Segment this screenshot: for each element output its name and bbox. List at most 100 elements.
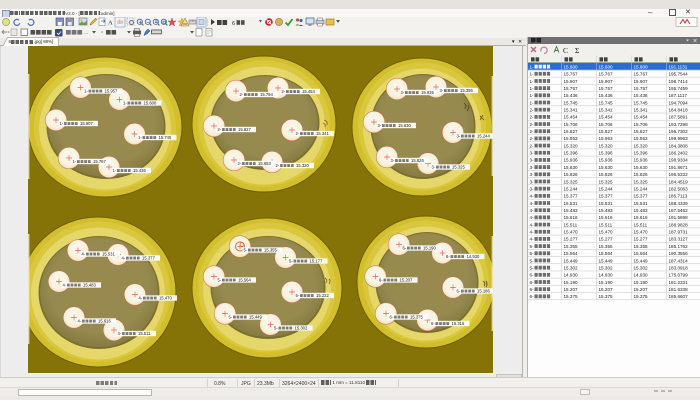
svg-text:3-: 3- xyxy=(530,151,535,156)
svg-text:15.745: 15.745 xyxy=(564,100,578,105)
svg-text:15.325: 15.325 xyxy=(599,179,613,184)
svg-text:2-: 2- xyxy=(218,127,222,132)
svg-text:4-: 4- xyxy=(63,283,67,288)
svg-text:3-: 3- xyxy=(530,179,535,184)
svg-text:15.396: 15.396 xyxy=(460,88,473,93)
svg-text:6: 6 xyxy=(232,21,235,27)
svg-text:6-: 6- xyxy=(530,280,535,285)
svg-text:185.6607: 185.6607 xyxy=(669,294,689,299)
svg-text:15.449: 15.449 xyxy=(249,315,262,320)
svg-text:1-: 1- xyxy=(123,101,127,106)
svg-text:5-: 5- xyxy=(244,248,248,253)
svg-text:175.0799: 175.0799 xyxy=(669,273,689,278)
svg-text:181.2331: 181.2331 xyxy=(669,280,689,285)
svg-text:15.244: 15.244 xyxy=(564,186,578,191)
svg-text:5-: 5- xyxy=(530,258,535,263)
svg-text:3-: 3- xyxy=(457,134,461,139)
svg-text:15.564: 15.564 xyxy=(238,278,251,283)
svg-text:4-: 4- xyxy=(530,237,535,242)
svg-text:184.3808: 184.3808 xyxy=(669,143,689,148)
svg-text:15.470: 15.470 xyxy=(159,296,172,301)
svg-text:15.745: 15.745 xyxy=(634,100,648,105)
svg-text:15.449: 15.449 xyxy=(599,258,613,263)
svg-text:5-: 5- xyxy=(530,251,535,256)
svg-text:15.470: 15.470 xyxy=(564,230,578,235)
svg-text:6-: 6- xyxy=(446,254,450,259)
svg-text:182.5063: 182.5063 xyxy=(669,186,689,191)
svg-text:15.511: 15.511 xyxy=(564,222,578,227)
svg-text:15.302: 15.302 xyxy=(564,265,578,270)
svg-text:15.511: 15.511 xyxy=(138,331,151,336)
svg-text:15.600: 15.600 xyxy=(144,101,157,106)
svg-text:15.449: 15.449 xyxy=(564,258,578,263)
svg-text:15.207: 15.207 xyxy=(564,287,578,292)
svg-text:15.907: 15.907 xyxy=(634,79,648,84)
svg-text:15.436: 15.436 xyxy=(634,93,648,98)
svg-text:198.7414: 198.7414 xyxy=(669,79,689,84)
svg-text:5-: 5- xyxy=(296,293,300,298)
svg-text:1-: 1- xyxy=(138,135,142,140)
svg-text:15.827: 15.827 xyxy=(599,129,613,134)
svg-text:15.767: 15.767 xyxy=(564,72,578,77)
svg-text:4-: 4- xyxy=(530,215,535,220)
svg-text:187.5462: 187.5462 xyxy=(669,208,689,213)
svg-text:15.767: 15.767 xyxy=(93,159,106,164)
svg-text:187.5891: 187.5891 xyxy=(669,115,689,120)
svg-text:15.745: 15.745 xyxy=(159,135,172,140)
svg-text:15.377: 15.377 xyxy=(634,194,648,199)
svg-text:15.325: 15.325 xyxy=(564,179,578,184)
svg-text:15.454: 15.454 xyxy=(302,89,315,94)
svg-text:198.9334: 198.9334 xyxy=(669,158,689,163)
svg-text:15.953: 15.953 xyxy=(599,136,613,141)
svg-text:15.190: 15.190 xyxy=(634,280,648,285)
svg-text:1-: 1- xyxy=(84,89,88,94)
svg-text:183.3127: 183.3127 xyxy=(669,237,689,242)
svg-text:...: ... xyxy=(84,30,88,36)
svg-text:15.706: 15.706 xyxy=(599,122,613,127)
svg-text:2-: 2- xyxy=(530,136,535,141)
svg-text:14.930: 14.930 xyxy=(467,254,480,259)
svg-text:15.190: 15.190 xyxy=(599,280,613,285)
svg-text:2-: 2- xyxy=(530,122,535,127)
svg-text:15.316: 15.316 xyxy=(452,321,465,326)
svg-text:15.531: 15.531 xyxy=(634,201,648,206)
svg-text:1-: 1- xyxy=(530,100,535,105)
svg-text:4-: 4- xyxy=(139,296,143,301)
svg-text:1-: 1- xyxy=(530,64,535,69)
svg-text:6-: 6- xyxy=(431,321,435,326)
svg-text:15.936: 15.936 xyxy=(634,158,648,163)
svg-text:15.320: 15.320 xyxy=(634,143,648,148)
svg-text:194.7094: 194.7094 xyxy=(669,100,689,105)
svg-text:A: A xyxy=(108,20,113,27)
svg-text:2-: 2- xyxy=(282,89,286,94)
svg-text:2-: 2- xyxy=(530,129,535,134)
svg-text:15.207: 15.207 xyxy=(400,278,413,283)
svg-text:15.454: 15.454 xyxy=(564,115,578,120)
svg-text:15.794: 15.794 xyxy=(260,92,273,97)
svg-text:4-: 4- xyxy=(530,194,535,199)
svg-text:183.0918: 183.0918 xyxy=(669,265,689,270)
svg-text:15.396: 15.396 xyxy=(634,151,648,156)
svg-text:15.355: 15.355 xyxy=(634,244,648,249)
svg-text:3-: 3- xyxy=(378,123,382,128)
svg-text:191.1131: 191.1131 xyxy=(669,64,688,69)
svg-text:15.616: 15.616 xyxy=(599,215,613,220)
svg-text:5-: 5- xyxy=(229,315,233,320)
svg-text:1-: 1- xyxy=(530,86,535,91)
svg-text:187.1117: 187.1117 xyxy=(669,93,688,98)
svg-text:3-: 3- xyxy=(391,158,395,163)
svg-text:15.375: 15.375 xyxy=(599,294,613,299)
svg-text:186.2402: 186.2402 xyxy=(669,151,689,156)
svg-text:15.826: 15.826 xyxy=(634,172,648,177)
svg-text:2-: 2- xyxy=(276,163,280,168)
svg-text:15.600: 15.600 xyxy=(599,64,613,69)
svg-text:15.936: 15.936 xyxy=(599,158,613,163)
svg-text:15.531: 15.531 xyxy=(564,201,578,206)
svg-text:15.436: 15.436 xyxy=(599,93,613,98)
svg-text:15.325: 15.325 xyxy=(452,165,465,170)
svg-text:184.4519: 184.4519 xyxy=(669,179,689,184)
svg-text:15.190: 15.190 xyxy=(423,246,436,251)
svg-text:15.244: 15.244 xyxy=(599,186,613,191)
svg-text:15.341: 15.341 xyxy=(599,107,613,112)
svg-text:15.907: 15.907 xyxy=(564,79,578,84)
